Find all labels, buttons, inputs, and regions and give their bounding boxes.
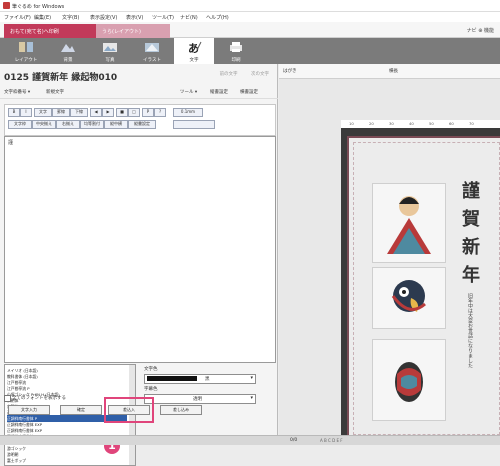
fan-icon: [395, 362, 423, 402]
font-item[interactable]: 富士ポップ: [7, 457, 127, 464]
show-all-fonts-checkbox[interactable]: [4, 395, 11, 402]
menu-edit[interactable]: 編集(E): [34, 14, 51, 21]
menu-navi[interactable]: ナビ(N): [180, 14, 198, 21]
tab-bar: おもて(宛て名)へ印刷 うら(レイアウト) ナビ ⊕ 機能: [0, 22, 500, 46]
justify-button[interactable]: 均等割付: [80, 120, 104, 129]
fill-button[interactable]: ■: [116, 108, 128, 117]
tool-layout[interactable]: レイアウト: [6, 38, 46, 64]
text-nav-buttons: 前の文字 次の文字: [208, 71, 269, 77]
format-toolbar: B I 文字 罫線 下線 ◀ ▶ ■ □ P ? 0.1mm 文字枠 中央揃え …: [4, 104, 276, 136]
align-center-button[interactable]: 中央揃え: [32, 120, 56, 129]
sub-toolbar: 文字枠番号 ▾ 新規文字 ツール ▾ 縦書設定 横書設定: [0, 86, 278, 99]
grow-button[interactable]: ▶: [102, 108, 114, 117]
orientation-label[interactable]: 横長: [389, 68, 398, 74]
menu-text[interactable]: 文字(B): [62, 14, 79, 21]
outline-button[interactable]: □: [128, 108, 140, 117]
greeting-kanji-2: 賀: [462, 209, 480, 230]
text-input-area[interactable]: 謹: [4, 136, 276, 363]
merge-button[interactable]: 差し込み: [160, 405, 202, 415]
greeting-kanji-1: 謹: [462, 181, 480, 202]
chevron-down-icon: ▾: [250, 395, 253, 401]
bird-illustration[interactable]: [372, 267, 446, 329]
menu-file[interactable]: ファイル(F): [4, 14, 31, 21]
status-extra: A B C D E F: [320, 438, 343, 443]
printer-icon: [230, 42, 242, 52]
next-text-button[interactable]: 次の文字: [251, 72, 269, 77]
illustration-icon: [145, 43, 159, 52]
vertical-format-button[interactable]: 縦書設定: [128, 120, 156, 129]
mountain-icon: [61, 44, 75, 52]
main-toolbar: レイアウト 背景 写真 イラスト あ 文字 印刷: [0, 38, 500, 64]
title-bar: 筆ぐるめ for Windows: [0, 0, 500, 12]
tool-illustration[interactable]: イラスト: [132, 38, 172, 64]
border-button[interactable]: 罫線: [52, 108, 70, 117]
greeting-message: 旧年中は大変お世話になりました: [467, 293, 473, 368]
color-swatch: [147, 376, 197, 381]
shrink-button[interactable]: ◀: [90, 108, 102, 117]
menu-view[interactable]: 表示(V): [126, 14, 143, 21]
navi-function-button[interactable]: ナビ ⊕ 機能: [467, 27, 494, 34]
daruma-illustration[interactable]: [372, 183, 446, 263]
tate-chu-yoko-button[interactable]: 縦中横: [104, 120, 128, 129]
fan-illustration[interactable]: [372, 339, 446, 421]
highlight-frame: [104, 397, 154, 423]
underline-button[interactable]: 下線: [70, 108, 88, 117]
chevron-down-icon: ▾: [250, 375, 253, 381]
prev-text-button[interactable]: 前の文字: [220, 72, 238, 77]
background-color-select[interactable]: 透明 ▾: [144, 394, 256, 404]
menu-bar: ファイル(F) 編集(E) 文字(B) 表示設定(V) 表示(V) ツール(T)…: [0, 12, 500, 22]
menu-help[interactable]: ヘルプ(H): [206, 14, 229, 21]
photo-icon: [103, 43, 117, 52]
italic-button[interactable]: I: [20, 108, 32, 117]
text-frame-number-dropdown[interactable]: 文字枠番号 ▾: [4, 89, 30, 95]
new-text-button[interactable]: 新規文字: [46, 89, 64, 95]
spacing-field[interactable]: 0.1mm: [173, 108, 203, 117]
disabled-option: [173, 120, 215, 129]
text-color-label: 文字色: [144, 367, 158, 372]
tool-background[interactable]: 背景: [48, 38, 88, 64]
design-title: 0125 謹賀新年 縁起物010: [4, 73, 118, 83]
text-edit-panel: 0125 謹賀新年 縁起物010 前の文字 次の文字 文字枠番号 ▾ 新規文字 …: [0, 64, 278, 466]
text-line: 謹: [8, 140, 14, 146]
text-frame-button[interactable]: 文字枠: [8, 120, 32, 129]
greeting-kanji-4: 年: [462, 265, 480, 286]
text-style-button[interactable]: 文字: [34, 108, 52, 117]
text-input-button[interactable]: 文字入力: [8, 405, 50, 415]
paragraph-button[interactable]: P: [142, 108, 154, 117]
text-icon: あ: [188, 41, 202, 53]
tool-print[interactable]: 印刷: [216, 38, 256, 64]
svg-text:あ: あ: [188, 42, 199, 53]
bird-icon: [391, 280, 426, 312]
vertical-setting-button[interactable]: 縦書設定: [210, 89, 228, 95]
status-bar: 0/0 A B C D E F: [0, 435, 500, 445]
horizontal-setting-button[interactable]: 横書設定: [240, 89, 258, 95]
menu-tools[interactable]: ツール(T): [152, 14, 174, 21]
menu-view-settings[interactable]: 表示設定(V): [90, 14, 117, 21]
background-color-label: 字幕色: [144, 387, 158, 392]
align-right-button[interactable]: 右揃え: [56, 120, 80, 129]
confirm-button[interactable]: 確定: [60, 405, 102, 415]
paper-label: はがき: [283, 69, 297, 74]
card-inner-frame: 謹 賀 新 年 旧年中は大変お世話になりました: [353, 142, 500, 435]
app-icon: [3, 2, 10, 9]
tool-photo[interactable]: 写真: [90, 38, 130, 64]
page-indicator: 0/0: [290, 438, 298, 443]
preview-header: はがき 横長: [279, 64, 500, 79]
text-color-select[interactable]: 黒 ▾: [144, 374, 256, 384]
layout-icon: [19, 42, 33, 52]
postcard-preview[interactable]: 謹 賀 新 年 旧年中は大変お世話になりました: [347, 136, 500, 439]
greeting-kanji-3: 新: [462, 237, 480, 258]
window-title: 筆ぐるめ for Windows: [12, 4, 65, 10]
show-all-fonts-label: 全てのフォントを表示する: [12, 396, 66, 401]
bold-button[interactable]: B: [8, 108, 20, 117]
preview-panel: はがき 横長 10 20 30 40 50 60 70 謹 賀 新 年 旧年中は…: [279, 64, 500, 439]
help-button[interactable]: ?: [154, 108, 166, 117]
daruma-icon: [387, 196, 431, 254]
tools-dropdown[interactable]: ツール ▾: [180, 89, 197, 95]
tool-text[interactable]: あ 文字: [174, 38, 214, 64]
